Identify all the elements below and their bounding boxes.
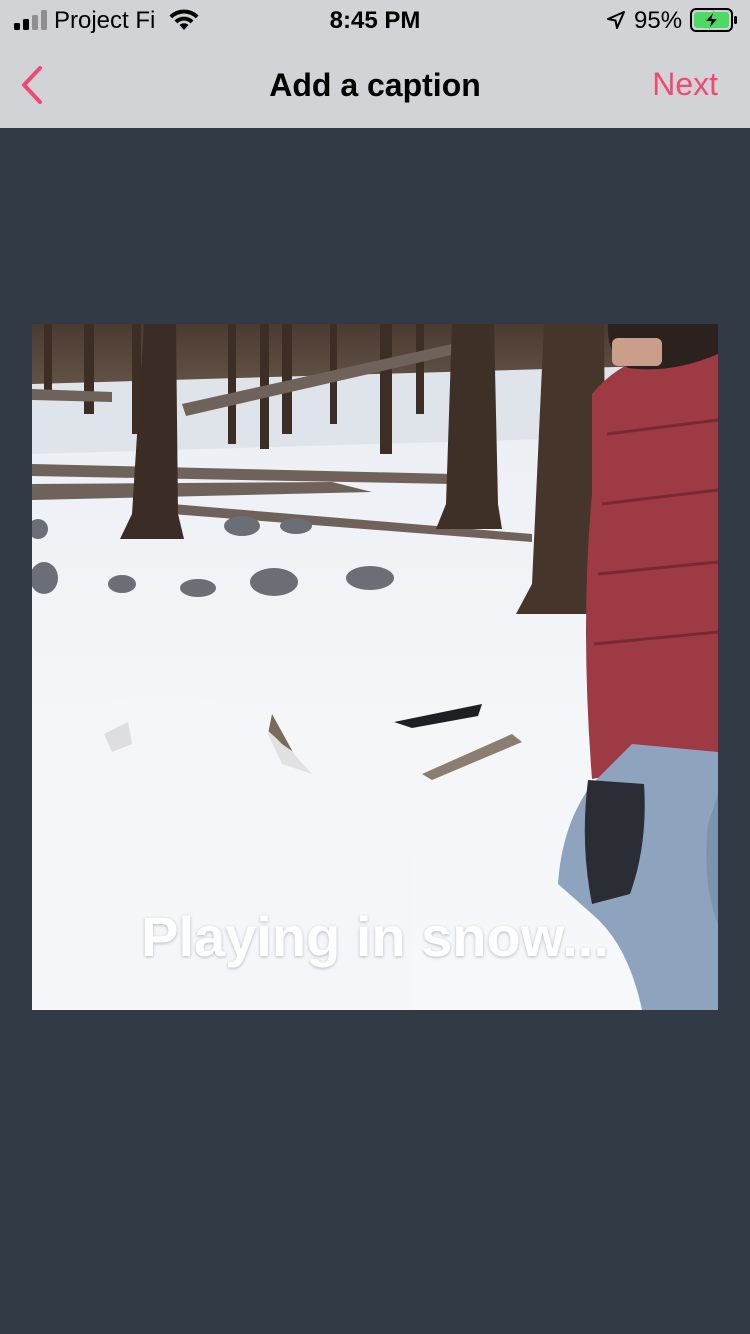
location-arrow-icon bbox=[607, 11, 625, 29]
status-bar: Project Fi 8:45 PM 95% bbox=[0, 0, 750, 42]
page-title: Add a caption bbox=[269, 67, 481, 103]
navigation-bar: Add a caption Next bbox=[0, 42, 750, 128]
battery-percent: 95% bbox=[634, 7, 683, 34]
next-button[interactable]: Next bbox=[652, 64, 718, 104]
photo-caption[interactable]: Playing in snow... bbox=[32, 904, 718, 970]
battery-charging-icon bbox=[690, 8, 737, 32]
